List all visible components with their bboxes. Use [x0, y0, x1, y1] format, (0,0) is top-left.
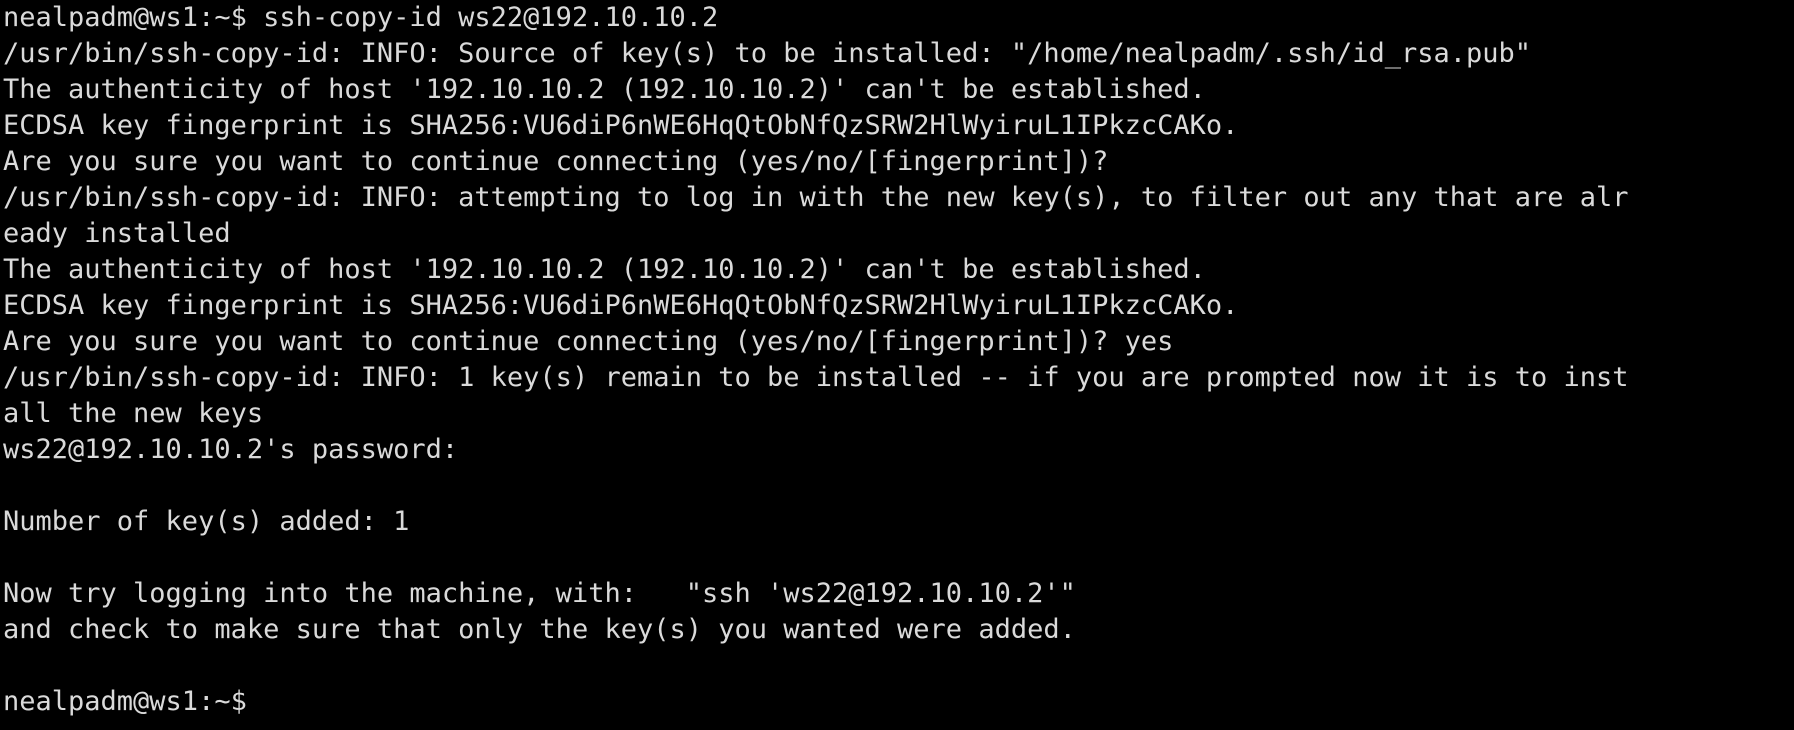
terminal-line: all the new keys: [3, 398, 264, 429]
terminal-line: /usr/bin/ssh-copy-id: INFO: 1 key(s) rem…: [3, 362, 1629, 393]
terminal-line-password-prompt: ws22@192.10.10.2's password:: [3, 434, 459, 465]
terminal-line: Are you sure you want to continue connec…: [3, 146, 1109, 177]
terminal-line: Now try logging into the machine, with: …: [3, 578, 1076, 609]
terminal-line: /usr/bin/ssh-copy-id: INFO: attempting t…: [3, 182, 1629, 213]
terminal-line-command: nealpadm@ws1:~$ ssh-copy-id ws22@192.10.…: [3, 2, 719, 33]
terminal-line: ECDSA key fingerprint is SHA256:VU6diP6n…: [3, 290, 1239, 321]
terminal-line: /usr/bin/ssh-copy-id: INFO: Source of ke…: [3, 38, 1532, 69]
terminal-window[interactable]: nealpadm@ws1:~$ ssh-copy-id ws22@192.10.…: [0, 0, 1794, 730]
terminal-line: The authenticity of host '192.10.10.2 (1…: [3, 74, 1206, 105]
terminal-line: and check to make sure that only the key…: [3, 614, 1076, 645]
terminal-line: eady installed: [3, 218, 231, 249]
terminal-line: The authenticity of host '192.10.10.2 (1…: [3, 254, 1206, 285]
terminal-line-prompt[interactable]: nealpadm@ws1:~$: [3, 684, 247, 720]
terminal-line: ECDSA key fingerprint is SHA256:VU6diP6n…: [3, 110, 1239, 141]
terminal-line: Number of key(s) added: 1: [3, 506, 410, 537]
terminal-line: Are you sure you want to continue connec…: [3, 326, 1174, 357]
